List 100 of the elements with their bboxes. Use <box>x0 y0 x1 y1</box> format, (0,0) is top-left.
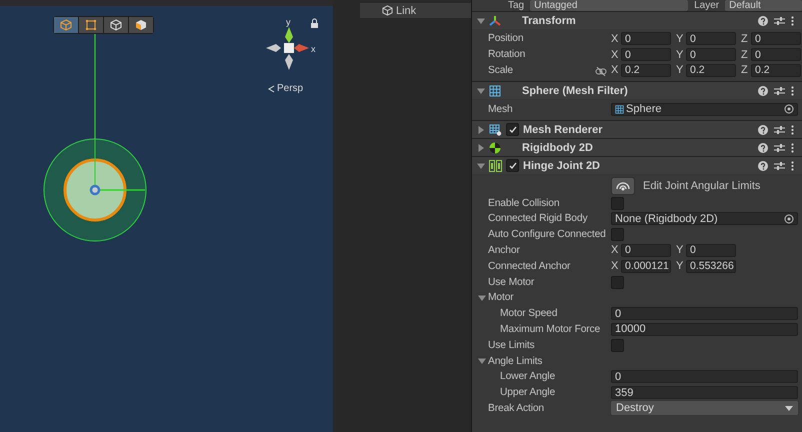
hinge-icon <box>489 160 502 172</box>
tag-dropdown[interactable]: Untagged <box>530 0 688 11</box>
sliders-icon[interactable] <box>774 160 785 171</box>
component-header[interactable]: Hinge Joint 2D <box>472 156 802 174</box>
property-label: Connected Rigid Body <box>488 213 588 224</box>
property-label: Position <box>488 33 524 44</box>
hierarchy-item[interactable]: Link <box>360 3 471 18</box>
transform-icon <box>489 14 501 26</box>
component-header[interactable]: Transform <box>472 11 802 29</box>
help-icon[interactable] <box>758 160 768 171</box>
axis-label: y <box>286 17 290 27</box>
number-field[interactable]: 0 <box>686 48 736 62</box>
property-label: Enable Collision <box>488 198 560 209</box>
sliders-icon[interactable] <box>774 124 785 135</box>
axis-label: Y <box>676 48 684 61</box>
chevron-left-icon <box>268 84 275 92</box>
axis-label: Y <box>676 64 684 76</box>
number-field[interactable]: 0.2 <box>686 64 736 77</box>
scene-tool-button[interactable] <box>79 17 103 33</box>
grid-icon <box>489 84 501 97</box>
scene-tool-button[interactable] <box>129 17 153 33</box>
sliders-icon[interactable] <box>774 16 785 26</box>
dropdown[interactable]: Destroy <box>611 401 798 416</box>
number-field[interactable]: 0 <box>621 244 671 257</box>
number-field[interactable]: 0 <box>611 307 798 320</box>
more-icon[interactable] <box>791 16 794 26</box>
component-header[interactable]: Sphere (Mesh Filter) <box>472 81 802 100</box>
property-label: Use Limits <box>488 340 535 351</box>
checkbox[interactable] <box>506 123 519 136</box>
caret-down-icon[interactable] <box>478 357 486 366</box>
object-picker-icon[interactable] <box>784 104 794 114</box>
layer-dropdown[interactable]: Default <box>725 0 802 11</box>
axis-label: x <box>311 44 316 54</box>
number-field[interactable]: 0.000121 <box>621 260 671 273</box>
more-icon[interactable] <box>791 86 794 96</box>
number-field[interactable]: 0 <box>621 48 671 62</box>
number-field[interactable]: 359 <box>611 386 798 400</box>
caret-down-icon[interactable] <box>477 16 485 24</box>
component-header[interactable]: Mesh Renderer <box>472 120 802 138</box>
number-field[interactable]: 0 <box>686 244 736 257</box>
sliders-icon[interactable] <box>774 142 785 153</box>
component-title: Mesh Renderer <box>523 124 604 136</box>
help-icon[interactable] <box>758 124 768 135</box>
help-icon[interactable] <box>758 16 768 26</box>
orientation-gizmo[interactable] <box>266 27 309 70</box>
object-field[interactable]: Sphere <box>611 102 798 116</box>
more-icon[interactable] <box>791 160 794 171</box>
axis-label: X <box>611 244 620 256</box>
edit-angular-limits-button[interactable] <box>611 176 635 195</box>
caret-down-icon <box>785 406 793 411</box>
checkbox[interactable] <box>506 159 519 172</box>
more-icon[interactable] <box>791 142 794 153</box>
check-icon <box>508 162 516 170</box>
cube-icon <box>382 5 393 16</box>
tag-label: Tag <box>508 0 524 11</box>
property-label: Anchor <box>488 244 520 256</box>
component-header[interactable]: Rigidbody 2D <box>472 138 802 156</box>
lock-icon[interactable] <box>311 18 318 28</box>
checkbox[interactable] <box>611 338 624 352</box>
caret-down-icon[interactable] <box>477 162 485 170</box>
axis-label: Y <box>676 260 684 272</box>
number-field[interactable]: 0 <box>751 32 801 46</box>
help-icon[interactable] <box>758 86 768 96</box>
checkbox[interactable] <box>611 228 624 242</box>
caret-down-icon[interactable] <box>477 86 485 95</box>
tool-label: Edit Joint Angular Limits <box>643 180 760 192</box>
foldout-label[interactable]: Angle Limits <box>488 356 542 367</box>
checkbox[interactable] <box>611 276 624 289</box>
number-field[interactable]: 0.553266 <box>686 260 736 273</box>
component-title: Sphere (Mesh Filter) <box>522 84 629 97</box>
property-label: Connected Anchor <box>488 260 570 272</box>
property-label: Break Action <box>488 402 544 414</box>
help-icon[interactable] <box>758 142 768 153</box>
axis-label: Y <box>676 244 684 256</box>
broken-link-icon[interactable] <box>595 66 607 76</box>
number-field[interactable]: 0.2 <box>621 64 671 77</box>
checkbox[interactable] <box>611 196 624 210</box>
layer-label: Layer <box>694 0 720 11</box>
object-picker-icon[interactable] <box>784 214 794 224</box>
more-icon[interactable] <box>791 124 794 135</box>
object-field[interactable]: None (Rigidbody 2D) <box>611 212 798 226</box>
scene-tool-button[interactable] <box>54 17 78 33</box>
number-field[interactable]: 0 <box>621 32 671 46</box>
property-label: Mesh <box>488 104 513 115</box>
property-label: Upper Angle <box>500 387 556 398</box>
sliders-icon[interactable] <box>774 86 785 96</box>
axis-label: X <box>611 32 620 45</box>
number-field[interactable]: 0 <box>686 32 736 46</box>
projection-label[interactable]: Persp <box>277 83 304 94</box>
number-field[interactable]: 0 <box>611 370 798 384</box>
axis-label: X <box>611 260 620 272</box>
caret-right-icon[interactable] <box>477 144 485 152</box>
number-field[interactable]: 0.2 <box>751 64 801 77</box>
caret-down-icon[interactable] <box>478 294 486 302</box>
foldout-label[interactable]: Motor <box>488 292 514 304</box>
cube-icon <box>60 19 72 31</box>
number-field[interactable]: 10000 <box>611 322 798 336</box>
scene-tool-button[interactable] <box>104 17 128 33</box>
number-field[interactable]: 0 <box>751 48 801 62</box>
caret-right-icon[interactable] <box>477 126 485 134</box>
